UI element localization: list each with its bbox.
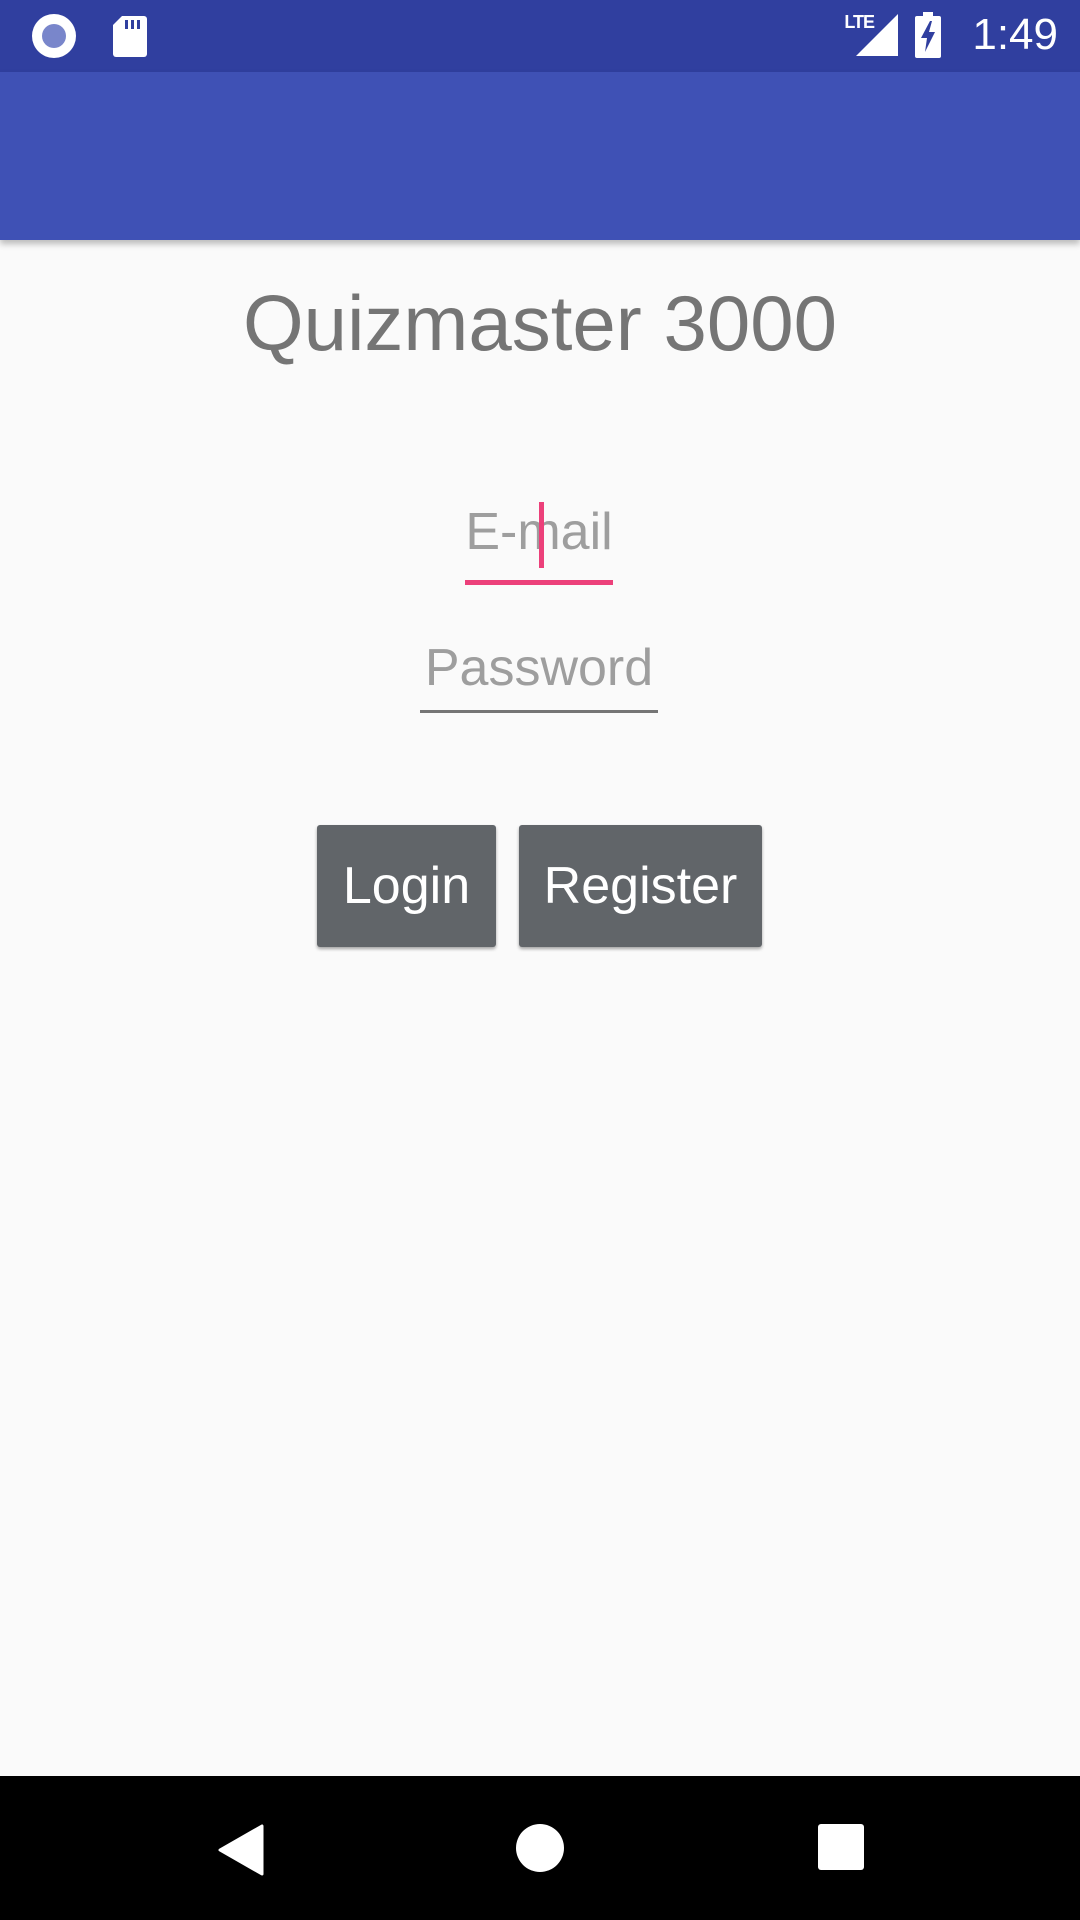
status-bar: LTE 1:49 bbox=[0, 0, 1080, 72]
screen: LTE 1:49 Quizmaster 3000 E-mail Password… bbox=[0, 0, 1080, 1920]
register-button[interactable]: Register bbox=[519, 825, 762, 947]
back-icon[interactable] bbox=[216, 1824, 264, 1876]
status-time: 1:49 bbox=[972, 10, 1058, 59]
login-button[interactable]: Login bbox=[317, 825, 496, 947]
status-left-icons bbox=[32, 14, 148, 58]
signal-icon bbox=[856, 14, 899, 56]
password-field[interactable]: Password bbox=[420, 638, 658, 713]
navigation-bar bbox=[0, 1776, 1080, 1920]
battery-charging-icon bbox=[915, 12, 942, 58]
sd-card-icon bbox=[113, 16, 147, 57]
home-icon[interactable] bbox=[516, 1824, 564, 1872]
text-cursor bbox=[539, 502, 544, 568]
app-title: Quizmaster 3000 bbox=[243, 279, 837, 367]
status-right-icons: LTE 1:49 bbox=[844, 10, 1058, 60]
app-bar bbox=[0, 72, 1080, 240]
recents-icon[interactable] bbox=[818, 1824, 864, 1870]
password-placeholder: Password bbox=[424, 639, 654, 697]
signal-indicator: LTE bbox=[844, 12, 900, 58]
notification-circle-icon bbox=[32, 14, 76, 58]
email-field[interactable]: E-mail bbox=[465, 502, 613, 585]
